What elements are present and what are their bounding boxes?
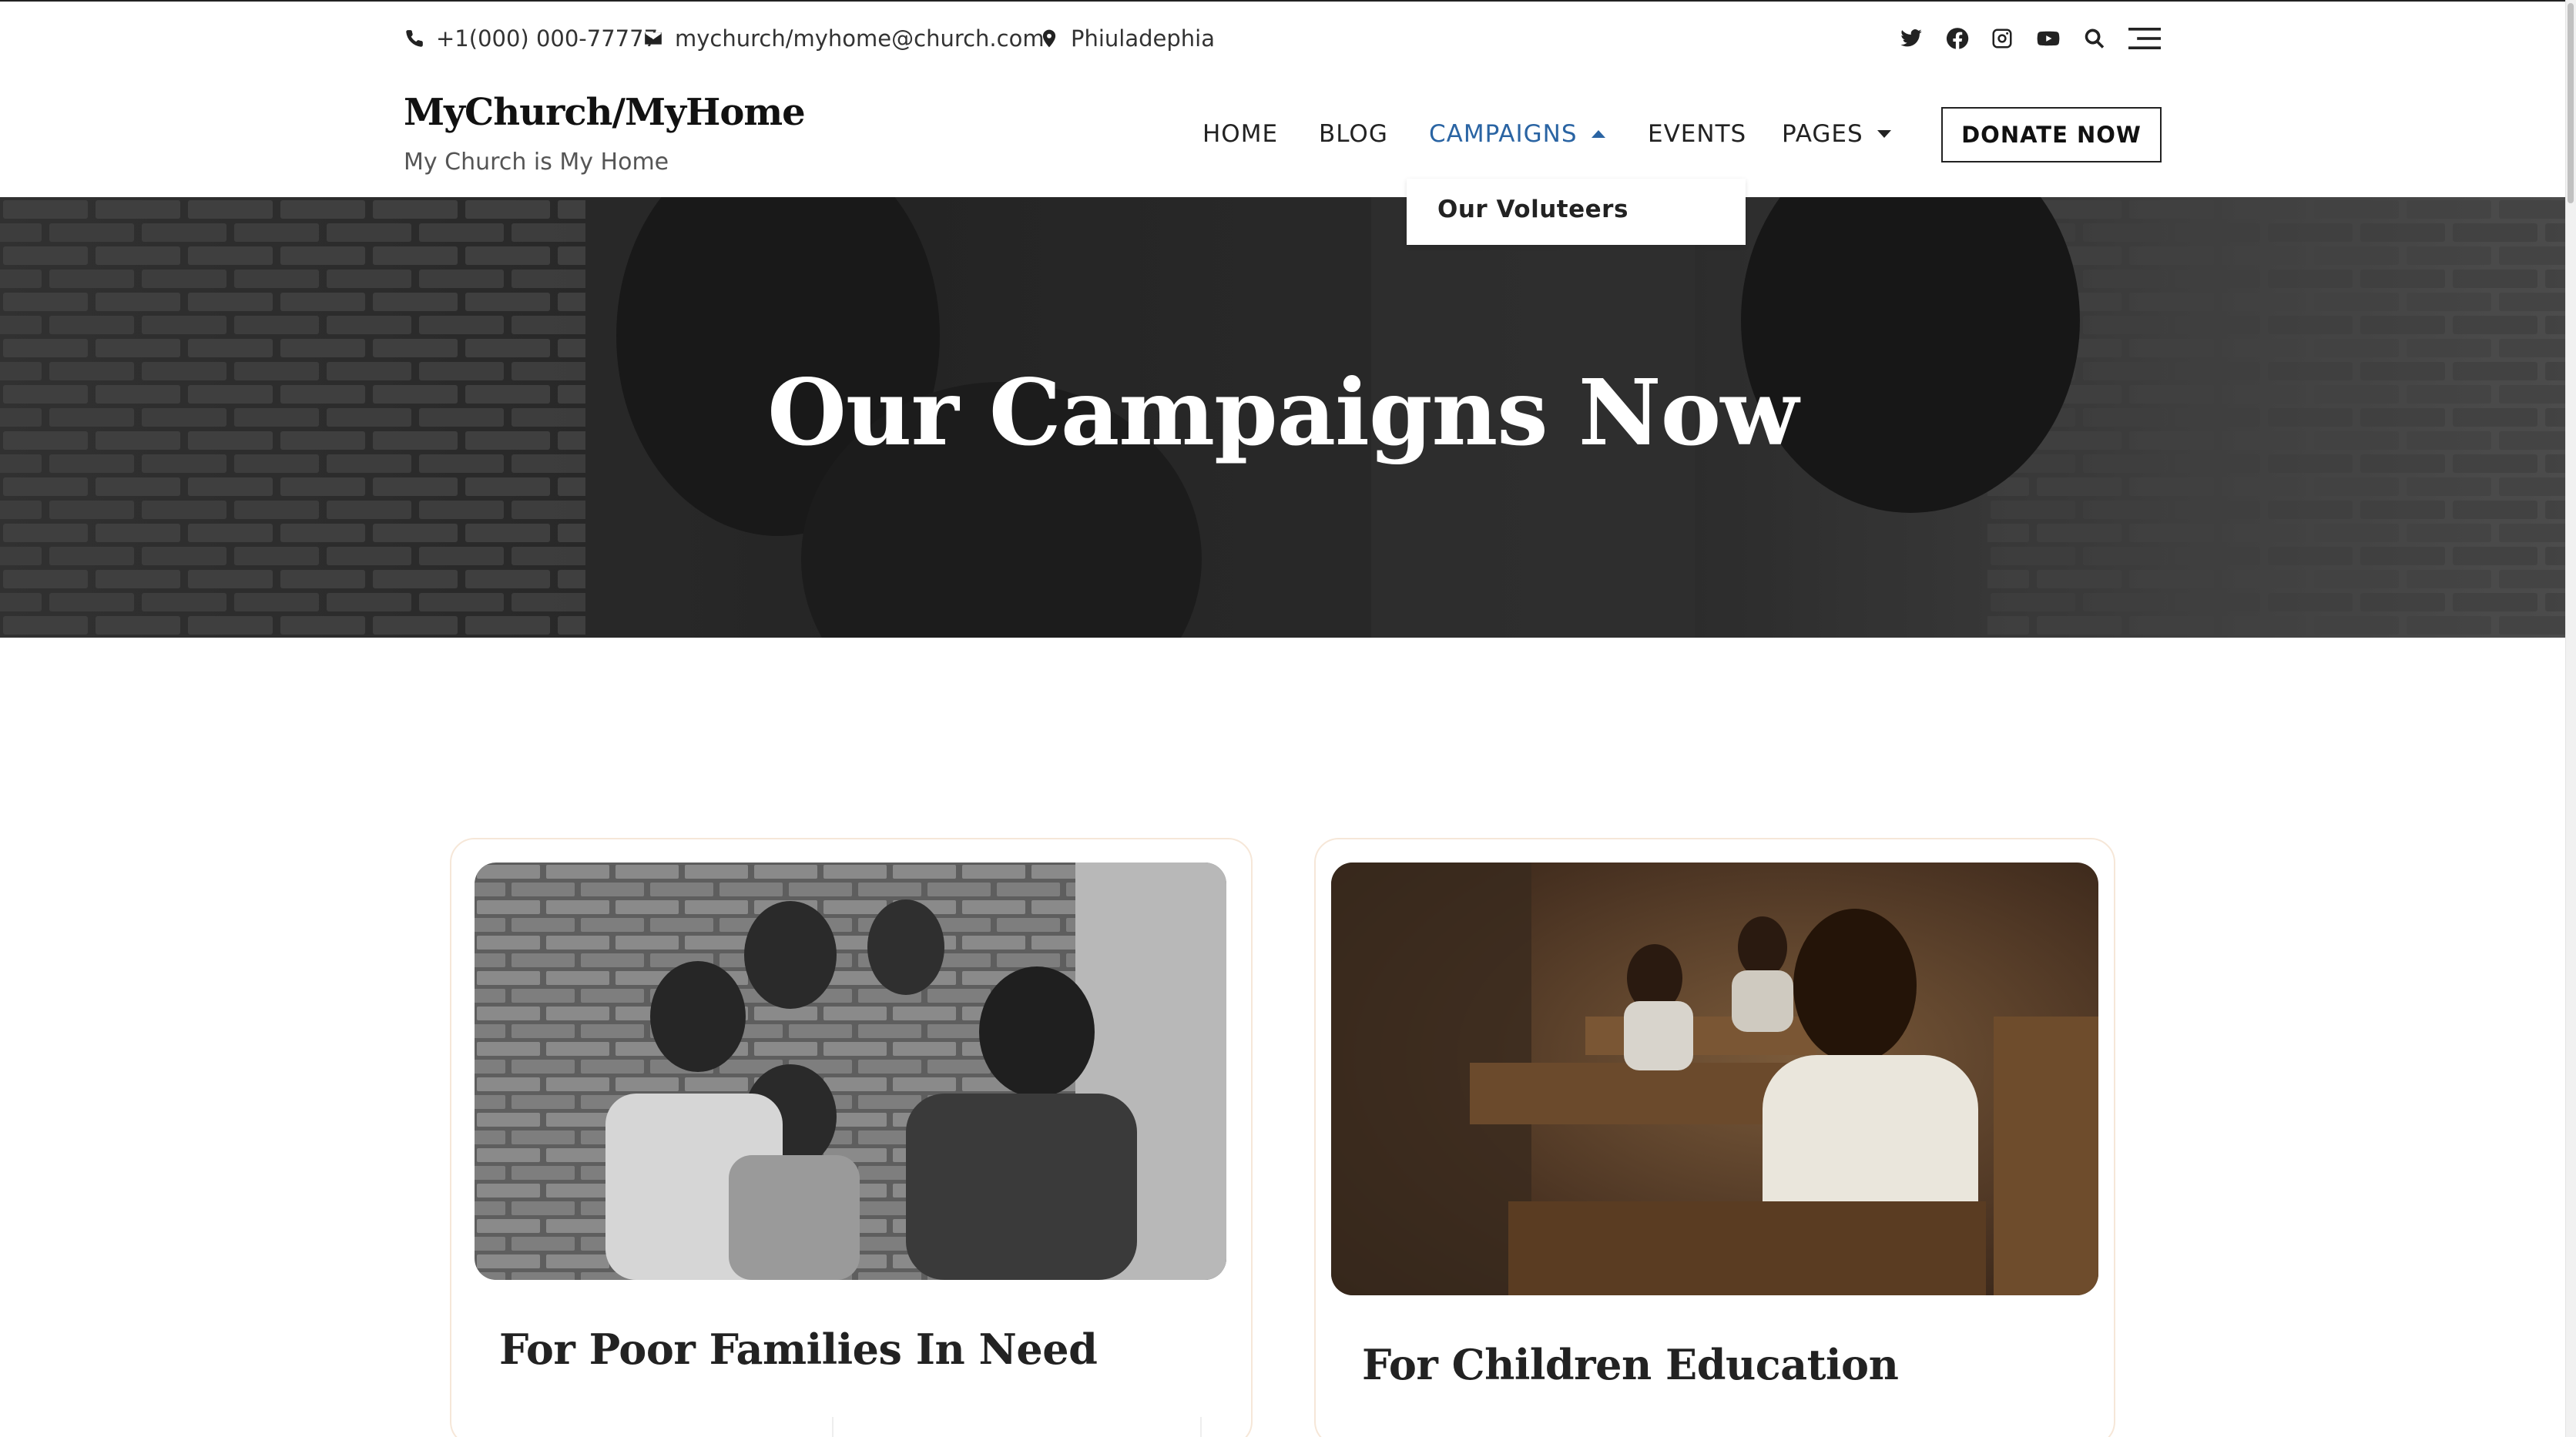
nav-item-campaigns[interactable]: CAMPAIGNS	[1429, 117, 1605, 151]
map-pin-icon	[1038, 28, 1060, 49]
nav-item-label: HOME	[1202, 120, 1279, 148]
campaign-title[interactable]: For Children Education	[1362, 1340, 1899, 1389]
location-text: Phiuladephia	[1071, 25, 1215, 52]
hero-banner: Our Campaigns Now	[0, 197, 2565, 638]
site-title[interactable]: MyChurch/MyHome	[404, 91, 806, 134]
envelope-icon	[642, 28, 664, 49]
instagram-icon[interactable]	[1989, 23, 2015, 54]
campaign-image[interactable]	[1331, 863, 2098, 1295]
campaign-image[interactable]	[475, 863, 1226, 1280]
nav-item-events[interactable]: EVENTS	[1648, 117, 1746, 151]
card-stat-divider	[1200, 1417, 1202, 1437]
nav-item-label: EVENTS	[1648, 120, 1747, 148]
campaigns-dropdown: Our Voluteers	[1407, 179, 1746, 245]
email-contact[interactable]: mychurch/myhome@church.com	[642, 23, 1045, 54]
location-contact: Phiuladephia	[1038, 23, 1215, 54]
nav-item-label: BLOG	[1319, 120, 1388, 148]
hero-title: Our Campaigns Now	[767, 359, 1799, 466]
dropdown-item-volunteers[interactable]: Our Voluteers	[1437, 196, 1628, 223]
phone-contact[interactable]: +1(000) 000-77777	[404, 23, 658, 54]
caret-up-icon	[1591, 130, 1605, 138]
nav-item-pages[interactable]: PAGES	[1782, 117, 1891, 151]
search-icon[interactable]	[2081, 23, 2108, 54]
donate-now-button[interactable]: DONATE NOW	[1941, 107, 2162, 162]
site-tagline: My Church is My Home	[404, 149, 669, 176]
email-text: mychurch/myhome@church.com	[675, 25, 1045, 52]
caret-down-icon	[1877, 130, 1891, 138]
menu-icon[interactable]	[2128, 23, 2162, 54]
nav-item-home[interactable]: HOME	[1202, 117, 1278, 151]
facebook-icon[interactable]	[1944, 23, 1971, 54]
page-scrollbar[interactable]	[2565, 0, 2576, 1437]
phone-text: +1(000) 000-77777	[436, 25, 659, 52]
phone-icon	[404, 28, 425, 49]
campaign-title[interactable]: For Poor Families In Need	[499, 1325, 1098, 1374]
nav-item-label: PAGES	[1782, 120, 1863, 148]
campaign-card[interactable]: For Poor Families In Need	[450, 838, 1253, 1437]
campaign-card[interactable]: For Children Education	[1314, 838, 2115, 1437]
nav-item-blog[interactable]: BLOG	[1319, 117, 1388, 151]
scrollbar-thumb[interactable]	[2568, 3, 2574, 203]
nav-item-label: CAMPAIGNS	[1429, 120, 1578, 148]
children-group-photo	[475, 863, 1226, 1280]
youtube-icon[interactable]	[2035, 23, 2061, 54]
card-stat-divider	[832, 1417, 834, 1437]
classroom-student-photo	[1331, 863, 2098, 1295]
top-info-bar: +1(000) 000-77777 mychurch/myhome@church…	[0, 2, 2565, 72]
twitter-icon[interactable]	[1898, 23, 1924, 54]
